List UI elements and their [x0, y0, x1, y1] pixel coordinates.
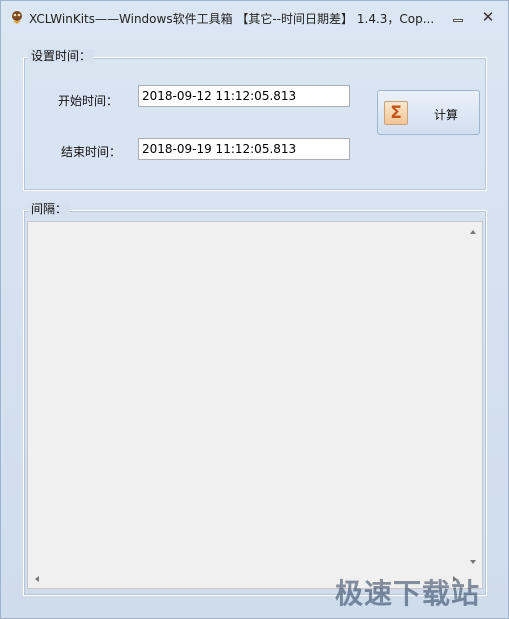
end-time-label: 结束时间： [61, 145, 122, 159]
minimize-icon[interactable] [447, 9, 469, 27]
window-title: XCLWinKits——Windows软件工具箱 【其它--时间日期差】 1.4… [29, 12, 435, 26]
calculate-button-label: 计算 [434, 108, 459, 122]
scroll-left-icon[interactable] [35, 576, 39, 582]
end-time-input[interactable] [138, 138, 350, 160]
start-time-input[interactable] [138, 85, 350, 107]
start-time-label: 开始时间： [58, 94, 119, 108]
calculate-button[interactable]: Σ 计算 [377, 90, 480, 135]
interval-result-textarea[interactable] [27, 221, 483, 589]
app-window: XCLWinKits——Windows软件工具箱 【其它--时间日期差】 1.4… [0, 0, 509, 619]
watermark: 极速下载站 [335, 577, 481, 610]
title-bar[interactable]: XCLWinKits——Windows软件工具箱 【其它--时间日期差】 1.4… [1, 1, 508, 31]
sigma-icon: Σ [384, 101, 408, 125]
app-icon [12, 11, 22, 24]
interval-group-title: 间隔： [28, 202, 71, 216]
close-icon[interactable]: ✕ [477, 9, 499, 27]
scroll-down-icon[interactable] [470, 560, 476, 564]
vertical-scrollbar[interactable] [465, 222, 482, 571]
settings-group-title: 设置时间： [28, 49, 95, 63]
scroll-up-icon[interactable] [470, 230, 476, 234]
